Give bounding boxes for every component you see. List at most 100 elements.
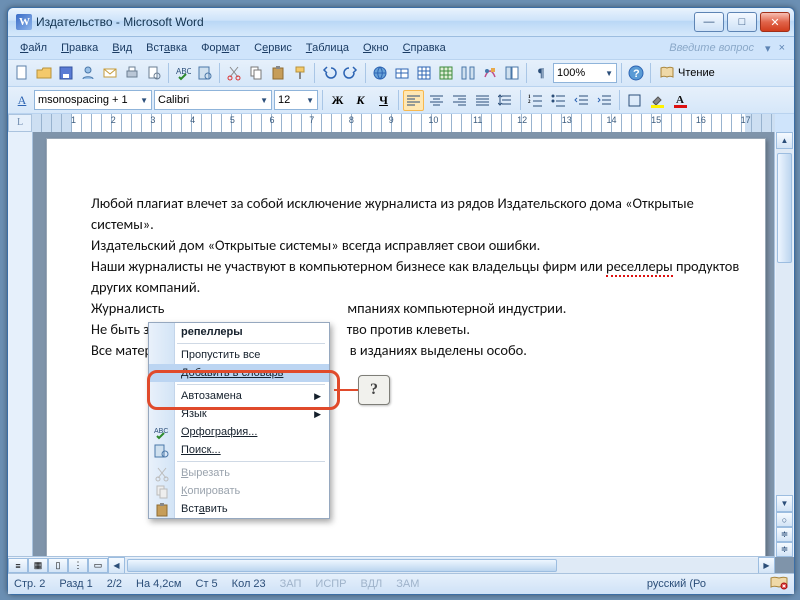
- ctx-add-to-dictionary[interactable]: Добавить в словарь: [149, 364, 329, 382]
- open-button[interactable]: [34, 63, 54, 83]
- menu-file[interactable]: Файл: [14, 40, 53, 56]
- browse-object-button[interactable]: ○: [776, 512, 793, 527]
- spellcheck-button[interactable]: ABC: [173, 63, 193, 83]
- menu-view[interactable]: Вид: [106, 40, 138, 56]
- minimize-button[interactable]: —: [694, 12, 724, 32]
- status-section[interactable]: Разд 1: [59, 578, 92, 590]
- spelling-error[interactable]: реселлеры: [606, 257, 673, 277]
- status-ovr[interactable]: ЗАМ: [396, 578, 419, 590]
- menu-insert[interactable]: Вставка: [140, 40, 193, 56]
- permissions-button[interactable]: [78, 63, 98, 83]
- borders-button[interactable]: [624, 90, 645, 111]
- view-web-button[interactable]: ▦: [28, 558, 48, 573]
- copy-button[interactable]: [246, 63, 266, 83]
- menu-service[interactable]: Сервис: [248, 40, 298, 56]
- save-button[interactable]: [56, 63, 76, 83]
- undo-button[interactable]: [319, 63, 339, 83]
- numbered-list-button[interactable]: 12: [525, 90, 546, 111]
- menu-format[interactable]: Формат: [195, 40, 246, 56]
- bulleted-list-button[interactable]: [548, 90, 569, 111]
- decrease-indent-button[interactable]: [571, 90, 592, 111]
- titlebar[interactable]: Издательство - Microsoft Word — □ ✕: [8, 8, 794, 37]
- vertical-scrollbar[interactable]: ▲ ▼ ○ ≑ ≑: [774, 132, 794, 557]
- status-rec[interactable]: ЗАП: [280, 578, 302, 590]
- menu-help[interactable]: Справка: [397, 40, 452, 56]
- scroll-right-button[interactable]: ▶: [758, 557, 775, 574]
- align-left-button[interactable]: [403, 90, 424, 111]
- redo-button[interactable]: [341, 63, 361, 83]
- insert-table-button[interactable]: [414, 63, 434, 83]
- drawing-button[interactable]: [480, 63, 500, 83]
- scroll-track-h[interactable]: [125, 558, 758, 573]
- status-page[interactable]: Стр. 2: [14, 578, 45, 590]
- help-dropdown-icon[interactable]: ▾: [762, 42, 774, 55]
- ask-box[interactable]: Введите вопрос: [669, 42, 760, 54]
- increase-indent-button[interactable]: [594, 90, 615, 111]
- read-mode-button[interactable]: Чтение: [655, 63, 719, 83]
- style-select[interactable]: msonospacing + 1▼: [34, 90, 152, 110]
- ctx-skip-all[interactable]: Пропустить все: [149, 346, 329, 364]
- insert-worksheet-button[interactable]: [436, 63, 456, 83]
- ctx-language[interactable]: Язык▶: [149, 405, 329, 423]
- highlight-button[interactable]: [647, 90, 668, 111]
- bold-button[interactable]: Ж: [327, 90, 348, 111]
- line-spacing-button[interactable]: [495, 90, 516, 111]
- status-book-icon[interactable]: [770, 576, 788, 593]
- format-painter-button[interactable]: [290, 63, 310, 83]
- ctx-autocorrect[interactable]: Автозамена▶: [149, 387, 329, 405]
- help-button[interactable]: ?: [626, 63, 646, 83]
- tables-borders-button[interactable]: [392, 63, 412, 83]
- status-line[interactable]: Ст 5: [196, 578, 218, 590]
- horizontal-ruler[interactable]: L 1234567891011121314151617: [32, 114, 775, 133]
- hyperlink-button[interactable]: [370, 63, 390, 83]
- styles-pane-button[interactable]: A: [12, 90, 32, 110]
- email-button[interactable]: [100, 63, 120, 83]
- status-trk[interactable]: ИСПР: [315, 578, 346, 590]
- ctx-suggestion[interactable]: репеллеры: [149, 323, 329, 341]
- horizontal-scrollbar[interactable]: ≡ ▦ ▯ ⋮ ▭ ◀ ▶: [8, 556, 775, 574]
- print-preview-button[interactable]: [144, 63, 164, 83]
- show-formatting-button[interactable]: ¶: [531, 63, 551, 83]
- ctx-lookup[interactable]: Поиск...: [149, 441, 329, 459]
- scroll-left-button[interactable]: ◀: [108, 557, 125, 574]
- italic-button[interactable]: К: [350, 90, 371, 111]
- view-outline-button[interactable]: ⋮: [68, 558, 88, 573]
- status-ext[interactable]: ВДЛ: [361, 578, 383, 590]
- align-right-button[interactable]: [449, 90, 470, 111]
- menu-edit[interactable]: Правка: [55, 40, 104, 56]
- view-print-button[interactable]: ▯: [48, 558, 68, 573]
- scroll-up-button[interactable]: ▲: [776, 132, 793, 149]
- scroll-thumb-h[interactable]: [127, 559, 557, 572]
- columns-button[interactable]: [458, 63, 478, 83]
- menubar-close-icon[interactable]: ×: [776, 42, 788, 54]
- prev-page-button[interactable]: ≑: [776, 527, 793, 542]
- close-button[interactable]: ✕: [760, 12, 790, 32]
- font-size-select[interactable]: 12▼: [274, 90, 318, 110]
- status-pages[interactable]: 2/2: [107, 578, 122, 590]
- view-normal-button[interactable]: ≡: [8, 558, 28, 573]
- paste-button[interactable]: [268, 63, 288, 83]
- next-page-button[interactable]: ≑: [776, 542, 793, 557]
- align-justify-button[interactable]: [472, 90, 493, 111]
- align-center-button[interactable]: [426, 90, 447, 111]
- status-column[interactable]: Кол 23: [232, 578, 266, 590]
- ctx-paste[interactable]: Вставить: [149, 500, 329, 518]
- scroll-down-button[interactable]: ▼: [776, 495, 793, 512]
- menu-table[interactable]: Таблица: [300, 40, 355, 56]
- cut-button[interactable]: [224, 63, 244, 83]
- scroll-track[interactable]: [776, 149, 793, 495]
- print-button[interactable]: [122, 63, 142, 83]
- ruler-corner[interactable]: L: [8, 114, 32, 132]
- status-language[interactable]: русский (Ро: [647, 578, 706, 590]
- ctx-spelling[interactable]: ABCОрфография...: [149, 423, 329, 441]
- new-doc-button[interactable]: [12, 63, 32, 83]
- font-color-button[interactable]: A: [670, 90, 691, 111]
- scroll-thumb[interactable]: [777, 153, 792, 263]
- maximize-button[interactable]: □: [727, 12, 757, 32]
- menu-window[interactable]: Окно: [357, 40, 395, 56]
- vertical-ruler[interactable]: [8, 132, 33, 574]
- font-select[interactable]: Calibri▼: [154, 90, 272, 110]
- zoom-select[interactable]: 100%▼: [553, 63, 617, 83]
- doc-map-button[interactable]: [502, 63, 522, 83]
- underline-button[interactable]: Ч: [373, 90, 394, 111]
